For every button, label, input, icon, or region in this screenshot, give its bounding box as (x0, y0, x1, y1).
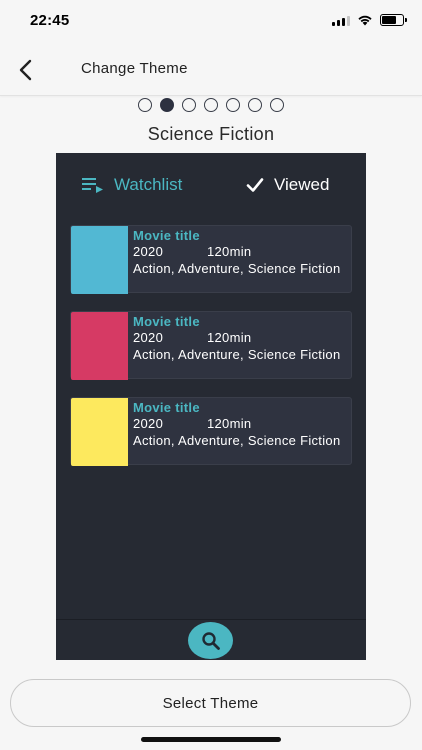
page-title: Change Theme (81, 60, 188, 77)
movie-duration: 120min (207, 244, 252, 259)
pager-dot[interactable] (182, 98, 196, 112)
movie-year: 2020 (133, 244, 164, 259)
pager-dot[interactable] (138, 98, 152, 112)
tab-watchlist-label: Watchlist (114, 175, 183, 194)
movie-title: Movie title (133, 228, 200, 243)
preview-tabs: Watchlist Viewed (56, 153, 366, 217)
battery-icon (380, 14, 407, 26)
pager-dot[interactable] (248, 98, 262, 112)
pager-dot[interactable] (270, 98, 284, 112)
movie-card[interactable]: Movie title 2020 120min Action, Adventur… (70, 225, 352, 294)
cellular-signal-icon (332, 15, 350, 26)
movie-year: 2020 (133, 330, 164, 345)
theme-pager (0, 98, 422, 112)
pager-dot[interactable] (204, 98, 218, 112)
movie-genres: Action, Adventure, Science Fiction (133, 433, 341, 448)
wifi-icon (358, 15, 372, 26)
tab-viewed[interactable]: Viewed (246, 175, 329, 195)
movie-genres: Action, Adventure, Science Fiction (133, 261, 341, 276)
movie-poster (71, 398, 128, 466)
movie-year: 2020 (133, 416, 164, 431)
movie-poster (71, 226, 128, 294)
movie-genres: Action, Adventure, Science Fiction (133, 347, 341, 362)
movie-title: Movie title (133, 400, 200, 415)
navigation-bar: Change Theme (0, 44, 422, 96)
movie-card[interactable]: Movie title 2020 120min Action, Adventur… (70, 397, 352, 466)
status-icons (332, 14, 407, 26)
pager-dot[interactable] (160, 98, 174, 112)
pager-dot[interactable] (226, 98, 240, 112)
chevron-left-icon (19, 59, 32, 81)
movie-card[interactable]: Movie title 2020 120min Action, Adventur… (70, 311, 352, 380)
tab-watchlist[interactable]: Watchlist (82, 175, 182, 195)
movie-duration: 120min (207, 330, 252, 345)
checkmark-icon (246, 178, 264, 192)
search-icon (201, 631, 220, 650)
search-button[interactable] (188, 622, 233, 659)
home-indicator (141, 737, 281, 742)
status-time: 22:45 (30, 12, 70, 29)
movie-title: Movie title (133, 314, 200, 329)
theme-preview: Watchlist Viewed Movie title 2020 120min… (56, 153, 366, 660)
playlist-icon (82, 178, 103, 193)
movie-duration: 120min (207, 416, 252, 431)
tab-viewed-label: Viewed (274, 175, 330, 194)
theme-name: Science Fiction (147, 124, 275, 144)
back-button[interactable] (12, 56, 40, 84)
select-theme-button[interactable]: Select Theme (10, 679, 411, 727)
movie-poster (71, 312, 128, 380)
preview-bottom-bar (56, 619, 366, 660)
status-bar: 22:45 (0, 0, 422, 44)
